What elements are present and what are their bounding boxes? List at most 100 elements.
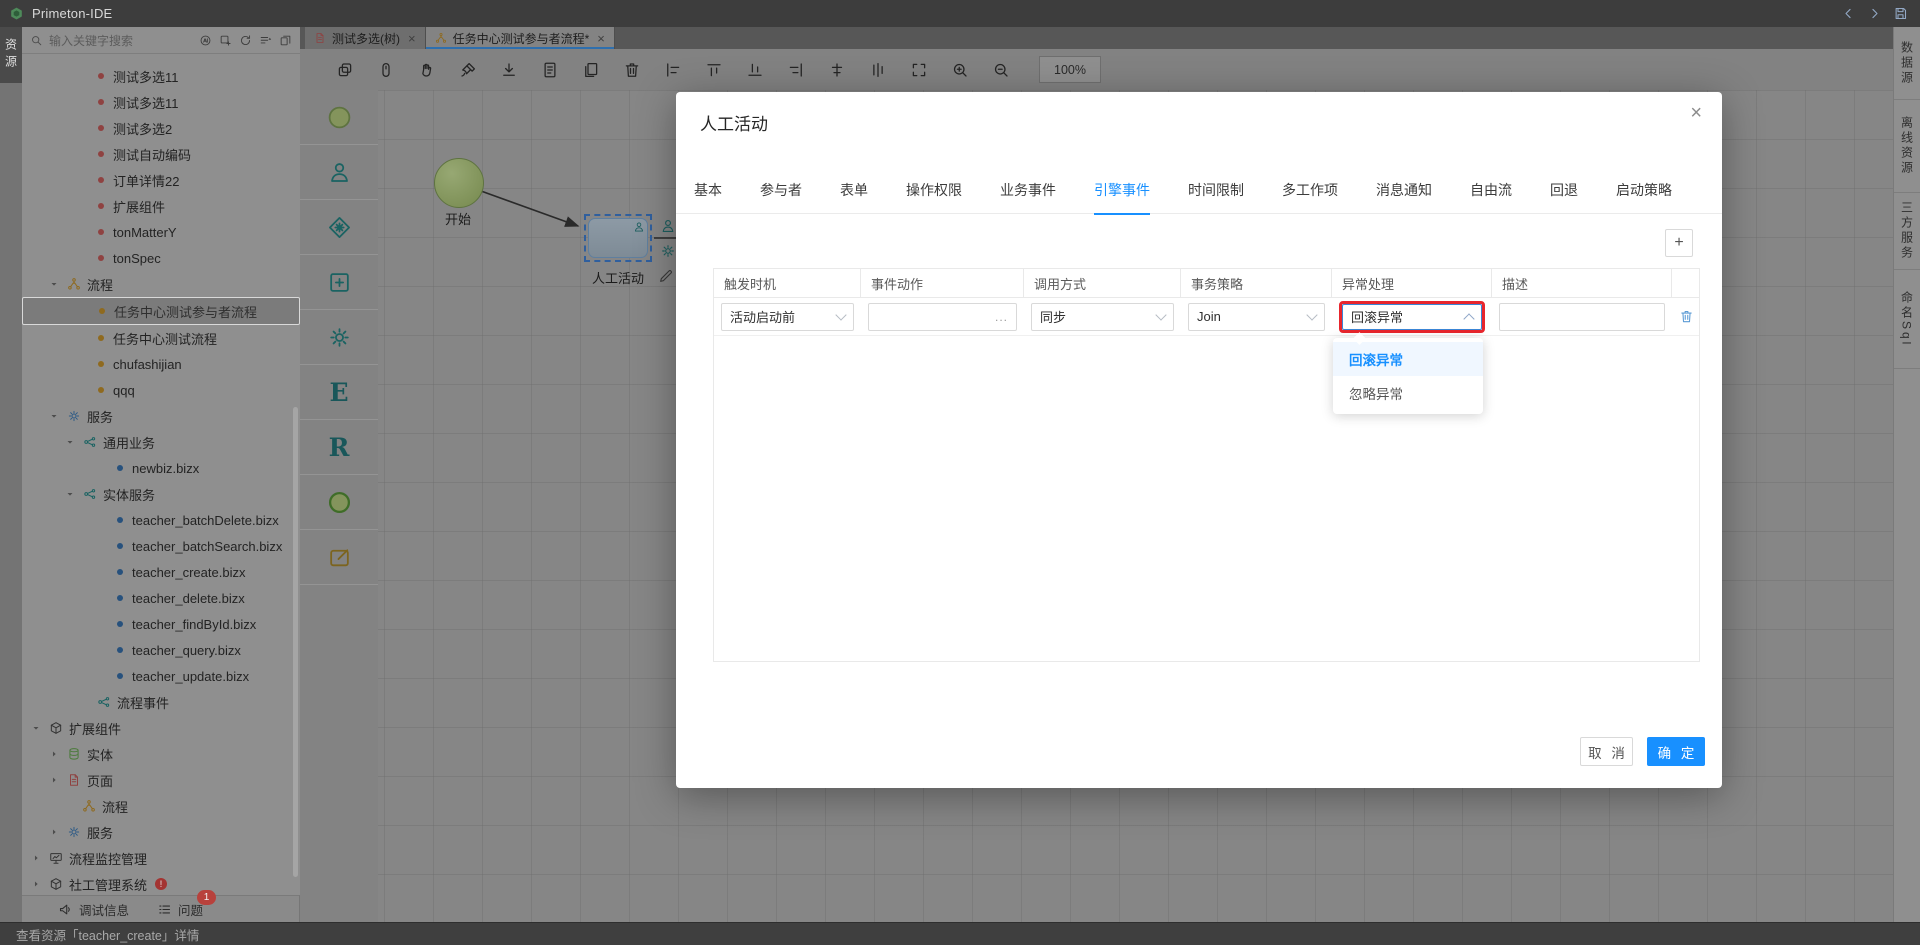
doc-button[interactable] (541, 61, 559, 79)
delete-row-button[interactable] (1672, 309, 1701, 324)
dialog-tab[interactable]: 回退 (1550, 180, 1578, 213)
zoom-level[interactable]: 100% (1039, 56, 1101, 83)
tree-item[interactable]: teacher_query.bizx (22, 637, 300, 663)
dialog-tab[interactable]: 消息通知 (1376, 180, 1432, 213)
align-bottom-button[interactable] (746, 61, 764, 79)
tree-item[interactable]: 流程 (22, 271, 300, 297)
switch-doc-icon[interactable] (279, 34, 292, 47)
select-button[interactable] (377, 61, 395, 79)
palette-start-circle[interactable] (300, 90, 378, 145)
trash-button[interactable] (623, 61, 641, 79)
palette-person[interactable] (300, 145, 378, 200)
description-input[interactable] (1499, 303, 1665, 331)
tree-item[interactable]: teacher_create.bizx (22, 559, 300, 585)
palette-end-circle[interactable] (300, 475, 378, 530)
distribute-button[interactable] (869, 61, 887, 79)
tree-item[interactable]: 任务中心测试流程 (22, 325, 300, 351)
tree-item[interactable]: 通用业务 (22, 429, 300, 455)
pan-button[interactable] (418, 61, 436, 79)
ai-icon[interactable] (199, 34, 212, 47)
editor-tab[interactable]: 任务中心测试参与者流程*× (426, 27, 615, 49)
dialog-tab[interactable]: 自由流 (1470, 180, 1512, 213)
dialog-tab[interactable]: 表单 (840, 180, 868, 213)
close-tab-icon[interactable]: × (597, 31, 605, 46)
align-top-button[interactable] (705, 61, 723, 79)
fit-screen-button[interactable] (910, 61, 928, 79)
manual-activity-shape[interactable] (588, 218, 648, 258)
dialog-close-icon[interactable]: × (1690, 102, 1702, 125)
palette-letter-R[interactable]: R (300, 420, 378, 475)
tree-item[interactable]: 测试多选2 (22, 115, 300, 141)
event-action-input[interactable]: ... (868, 303, 1017, 331)
caret-right-icon[interactable] (49, 775, 59, 785)
copy-button[interactable] (336, 61, 354, 79)
tree-item[interactable]: 流程事件 (22, 689, 300, 715)
tree-item[interactable]: 服务 (22, 403, 300, 429)
tree-item[interactable]: newbiz.bizx (22, 455, 300, 481)
box-plus-icon[interactable] (219, 34, 232, 47)
dialog-tab[interactable]: 引擎事件 (1094, 180, 1150, 215)
tree-item[interactable]: qqq (22, 377, 300, 403)
list-icon[interactable] (259, 34, 272, 47)
palette-note[interactable] (300, 530, 378, 585)
caret-right-icon[interactable] (31, 853, 41, 863)
call-mode-select[interactable]: 同步 (1031, 303, 1174, 331)
tree-item[interactable]: teacher_update.bizx (22, 663, 300, 689)
back-button[interactable] (1841, 6, 1856, 21)
zoom-in-button[interactable] (951, 61, 969, 79)
tree-item[interactable]: 实体服务 (22, 481, 300, 507)
tree-item[interactable]: 流程 (22, 793, 300, 819)
context-person-icon[interactable] (660, 218, 676, 234)
exception-select[interactable]: 回滚异常 (1342, 304, 1482, 330)
cancel-button[interactable]: 取 消 (1580, 737, 1633, 766)
tree-item[interactable]: 测试自动编码 (22, 141, 300, 167)
tree-item[interactable]: teacher_delete.bizx (22, 585, 300, 611)
more-button[interactable]: ... (995, 310, 1008, 324)
start-event-node[interactable] (434, 158, 484, 208)
trigger-select[interactable]: 活动启动前 (721, 303, 854, 331)
caret-down-icon[interactable] (49, 279, 59, 289)
tree-item[interactable]: teacher_findById.bizx (22, 611, 300, 637)
tree-item[interactable]: teacher_batchDelete.bizx (22, 507, 300, 533)
tree-item[interactable]: 任务中心测试参与者流程 (22, 297, 300, 325)
palette-letter-E[interactable]: E (300, 365, 378, 420)
dialog-tab[interactable]: 基本 (694, 180, 722, 213)
dialog-tab[interactable]: 启动策略 (1616, 180, 1672, 213)
right-rail-tab[interactable]: 数据源 (1894, 27, 1920, 100)
tree-item[interactable]: 流程监控管理 (22, 845, 300, 871)
tree-item[interactable]: 实体 (22, 741, 300, 767)
dialog-tab[interactable]: 时间限制 (1188, 180, 1244, 213)
palette-gear[interactable] (300, 310, 378, 365)
palette-subprocess[interactable] (300, 255, 378, 310)
panel-tab-problems[interactable]: 问题1 (157, 900, 203, 919)
caret-right-icon[interactable] (31, 879, 41, 889)
caret-right-icon[interactable] (49, 827, 59, 837)
clean-button[interactable] (459, 61, 477, 79)
caret-down-icon[interactable] (31, 723, 41, 733)
right-rail-tab[interactable]: 离线资源 (1894, 100, 1920, 193)
panel-tab-debug[interactable]: 调试信息 (58, 900, 129, 919)
refresh-icon[interactable] (239, 34, 252, 47)
tree-item[interactable]: 页面 (22, 767, 300, 793)
tree-item[interactable]: 服务 (22, 819, 300, 845)
dialog-tab[interactable]: 业务事件 (1000, 180, 1056, 213)
caret-down-icon[interactable] (65, 489, 75, 499)
palette-gateway[interactable] (300, 200, 378, 255)
dialog-tab[interactable]: 多工作项 (1282, 180, 1338, 213)
tree-item[interactable]: teacher_batchSearch.bizx (22, 533, 300, 559)
caret-right-icon[interactable] (49, 749, 59, 759)
tx-policy-select[interactable]: Join (1188, 303, 1325, 331)
editor-tab[interactable]: 测试多选(树)× (305, 27, 426, 49)
save-button[interactable] (1893, 6, 1908, 21)
zoom-out-button[interactable] (992, 61, 1010, 79)
align-right-button[interactable] (787, 61, 805, 79)
caret-down-icon[interactable] (65, 437, 75, 447)
tree-item[interactable]: 测试多选11 (22, 63, 300, 89)
tree-item[interactable]: 测试多选11 (22, 89, 300, 115)
dropdown-option[interactable]: 回滚异常 (1333, 342, 1483, 376)
download-button[interactable] (500, 61, 518, 79)
tree-item[interactable]: 扩展组件 (22, 715, 300, 741)
forward-button[interactable] (1867, 6, 1882, 21)
dialog-tab[interactable]: 参与者 (760, 180, 802, 213)
ok-button[interactable]: 确 定 (1647, 737, 1705, 766)
